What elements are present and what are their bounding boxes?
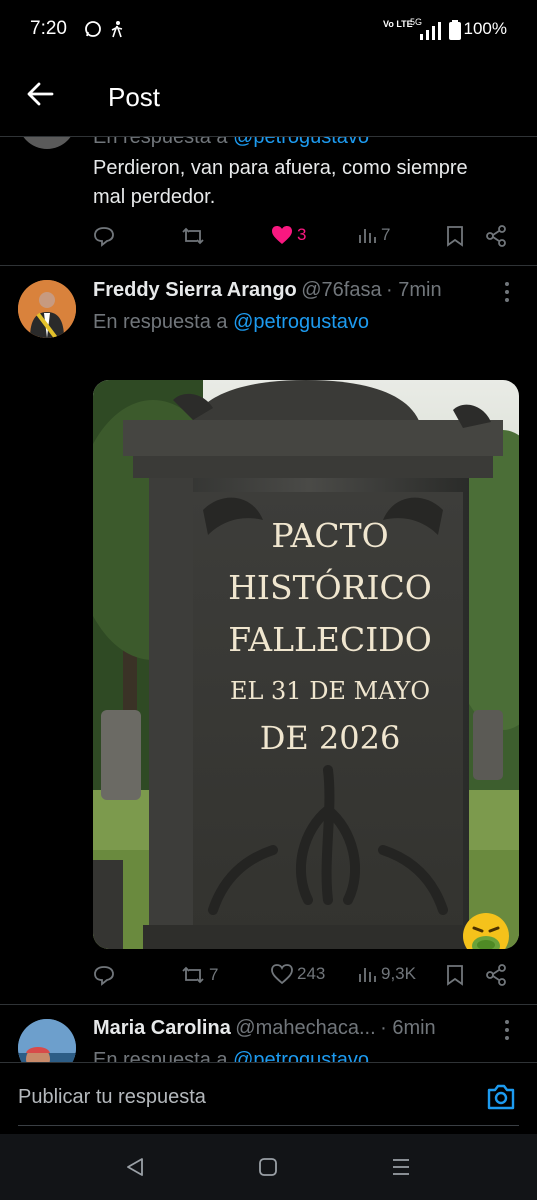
reply-context: En respuesta a @petrogustavo (93, 1049, 369, 1062)
nav-recents-icon[interactable] (391, 1157, 411, 1182)
tweet-time: · 6min (380, 1017, 436, 1039)
retweet-count: 7 (209, 965, 219, 984)
input-underline (18, 1125, 519, 1126)
retweet-button[interactable]: 7 (181, 964, 218, 986)
tweet-reply-3[interactable]: Maria Carolina @mahechaca... · 6min En r… (0, 1005, 537, 1062)
views-icon (359, 229, 376, 243)
retweet-icon (182, 966, 204, 984)
battery-level: 100% (463, 19, 507, 38)
tweet-text: Perdieron, van para afuera, como siempre… (93, 157, 468, 208)
share-icon (486, 964, 506, 986)
share-button[interactable] (485, 225, 507, 247)
nav-home-icon[interactable] (258, 1157, 278, 1182)
views-button[interactable]: 7 (357, 225, 390, 245)
tweet-actions: 7 243 9,3K (93, 964, 513, 994)
views-button[interactable]: 9,3K (357, 964, 416, 984)
heart-icon (271, 964, 293, 984)
views-icon (359, 968, 376, 982)
inscription-line-1: PACTO (271, 516, 389, 555)
system-nav-bar (0, 1134, 537, 1200)
share-button[interactable] (485, 964, 507, 986)
reply-handle-link[interactable]: @petrogustavo (233, 311, 369, 333)
reply-composer: Publicar tu respuesta (0, 1062, 537, 1135)
whatsapp-icon (84, 20, 102, 43)
tweet-reply-1[interactable]: En respuesta a @petrogustavo Perdieron, … (0, 137, 537, 265)
heart-filled-icon (272, 226, 292, 244)
like-count: 243 (297, 964, 326, 983)
bookmark-button[interactable] (446, 225, 464, 247)
camera-icon[interactable] (486, 1083, 516, 1116)
reply-prefix: En respuesta a (93, 311, 228, 333)
avatar[interactable] (18, 1019, 76, 1062)
more-options-icon[interactable] (500, 280, 514, 310)
view-count: 9,3K (381, 964, 416, 983)
avatar[interactable] (18, 280, 76, 338)
nav-back-icon[interactable] (124, 1156, 146, 1183)
more-options-icon[interactable] (500, 1018, 514, 1048)
reply-handle-link[interactable]: @petrogustavo (233, 137, 369, 148)
battery-icon (449, 20, 461, 45)
volte-indicator: Vo LTE (383, 19, 413, 29)
inscription-line-4: EL 31 DE MAYO (229, 677, 431, 705)
status-bar: 7:20 Vo LTE 5G 100% (0, 0, 537, 60)
bookmark-icon (447, 965, 463, 986)
like-count: 3 (297, 225, 307, 244)
reply-handle-link[interactable]: @petrogustavo (233, 1049, 369, 1062)
reply-input[interactable]: Publicar tu respuesta (18, 1086, 206, 1109)
like-button[interactable]: 3 (271, 225, 306, 245)
tweet-header: Maria Carolina @mahechaca... · 6min (93, 1017, 436, 1040)
author-handle[interactable]: @76fasa (301, 279, 381, 301)
author-name[interactable]: Freddy Sierra Arango (93, 279, 297, 301)
inscription-line-2: HISTÓRICO (228, 568, 432, 607)
reply-button[interactable] (93, 225, 115, 247)
author-handle[interactable]: @mahechaca... (235, 1017, 375, 1039)
walking-icon (110, 20, 124, 43)
retweet-icon (182, 227, 204, 245)
reply-context: En respuesta a @petrogustavo (93, 311, 369, 334)
tombstone-inscription: PACTO HISTÓRICO FALLECIDO EL 31 DE MAYO … (205, 510, 455, 760)
reply-icon (94, 227, 114, 247)
tweet-actions: 3 7 (93, 225, 513, 255)
page-title: Post (108, 82, 161, 112)
status-time: 7:20 (30, 18, 67, 39)
tweet-reply-2[interactable]: Freddy Sierra Arango @76fasa · 7min En r… (0, 266, 537, 1004)
view-count: 7 (381, 225, 391, 244)
nauseated-face-emoji (461, 911, 511, 949)
author-name[interactable]: Maria Carolina (93, 1017, 231, 1039)
reply-context: En respuesta a @petrogustavo (93, 137, 369, 149)
back-arrow-icon[interactable] (26, 74, 62, 114)
share-icon (486, 225, 506, 247)
reply-prefix: En respuesta a (93, 1049, 228, 1062)
inscription-line-5: DE 2026 (259, 719, 401, 757)
bookmark-icon (447, 226, 463, 247)
tweet-time: · 7min (386, 279, 442, 301)
avatar[interactable] (18, 137, 76, 149)
reply-prefix: En respuesta a (93, 137, 228, 148)
signal-icon (418, 22, 442, 45)
retweet-button[interactable] (181, 225, 205, 247)
like-button[interactable]: 243 (271, 964, 325, 984)
page-header: Post (0, 60, 537, 136)
bookmark-button[interactable] (446, 964, 464, 986)
tweet-header: Freddy Sierra Arango @76fasa · 7min (93, 279, 442, 302)
tweet-image[interactable]: PACTO HISTÓRICO FALLECIDO EL 31 DE MAYO … (93, 380, 519, 949)
reply-button[interactable] (93, 964, 115, 986)
reply-icon (94, 966, 114, 986)
inscription-line-3: FALLECIDO (228, 620, 432, 659)
